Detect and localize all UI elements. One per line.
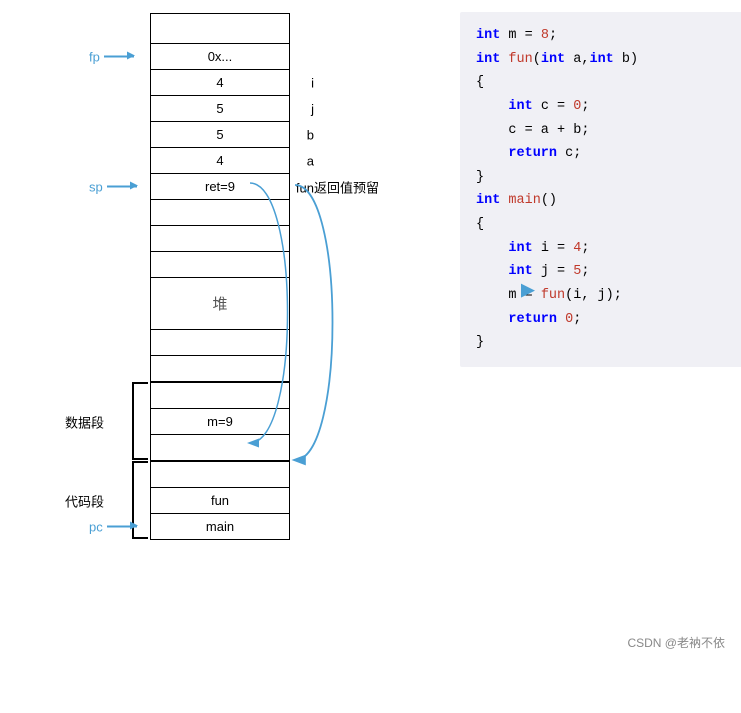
blue-arrow-icon	[521, 284, 535, 298]
code-text-1: m =	[500, 24, 541, 48]
code-line-1: int m = 8;	[476, 24, 741, 48]
table-row-ret: ret=9 fun返回值预留 sp	[151, 174, 290, 200]
ret-label: fun返回值预留	[296, 177, 379, 196]
memory-diagram: 0x... fp 4 i	[20, 8, 360, 535]
code-line-7: }	[476, 166, 741, 190]
code-line-14: }	[476, 331, 741, 355]
data-segment: 数据段 m=9	[150, 382, 430, 461]
code-table: fun main pc	[150, 461, 290, 540]
code-line-9: {	[476, 213, 741, 237]
b-label: b	[307, 127, 314, 142]
num-8: 8	[541, 24, 549, 48]
code-line-13: return 0;	[476, 308, 741, 332]
fp-pointer: fp	[89, 49, 134, 64]
table-row-heap: 堆	[151, 278, 290, 330]
table-row-empty2	[151, 226, 290, 252]
code-line-12: m = fun(i, j);	[476, 284, 741, 308]
table-row	[151, 14, 290, 44]
code-line-5: c = a + b;	[476, 119, 741, 143]
table-row-empty1	[151, 200, 290, 226]
table-row-i: 4 i	[151, 70, 290, 96]
data-table: m=9	[150, 382, 290, 461]
table-row-fp: 0x... fp	[151, 44, 290, 70]
table-row-empty4	[151, 330, 290, 356]
watermark: CSDN @老衲不依	[627, 634, 725, 651]
data-segment-brace	[132, 382, 148, 460]
code-line-6: return c;	[476, 142, 741, 166]
table-row-main: main pc	[151, 514, 290, 540]
code-line-2: int fun(int a,int b)	[476, 48, 741, 72]
fun-value: fun	[211, 493, 229, 508]
code-line-4: int c = 0;	[476, 95, 741, 119]
table-row-j: 5 j	[151, 96, 290, 122]
sp-pointer: sp	[89, 179, 137, 194]
table-row-fun: fun	[151, 488, 290, 514]
fp-value: 0x...	[208, 49, 233, 64]
fp-arrow	[104, 56, 134, 58]
code-line-8: int main()	[476, 189, 741, 213]
code-segment-label: 代码段	[65, 491, 104, 510]
pc-arrow	[107, 526, 137, 528]
ret-value: ret=9	[205, 179, 235, 194]
table-row-code-empty	[151, 462, 290, 488]
table-row-m: m=9	[151, 409, 290, 435]
table-row-b: 5 b	[151, 122, 290, 148]
a-label: a	[307, 153, 314, 168]
sp-arrow	[107, 186, 137, 188]
fn-fun: fun	[508, 48, 532, 72]
pc-pointer: pc	[89, 519, 137, 534]
b-value: 5	[216, 127, 223, 142]
table-row-data-empty2	[151, 435, 290, 461]
table-row-a: 4 a	[151, 148, 290, 174]
m-value: m=9	[207, 414, 233, 429]
j-label: j	[311, 101, 314, 116]
kw-int-2: int	[476, 48, 500, 72]
i-value: 4	[216, 75, 223, 90]
main-value: main	[206, 519, 234, 534]
table-row-empty5	[151, 356, 290, 382]
memory-table: 0x... fp 4 i	[150, 13, 290, 382]
code-line-3: {	[476, 71, 741, 95]
code-segment: 代码段 fun main pc	[150, 461, 430, 540]
i-label: i	[311, 75, 314, 90]
kw-int-1: int	[476, 24, 500, 48]
a-value: 4	[216, 153, 223, 168]
heap-label: 堆	[212, 296, 227, 313]
code-display: int m = 8; int fun(int a,int b) { int c …	[460, 12, 741, 367]
table-row-data-empty1	[151, 383, 290, 409]
table-row-empty3	[151, 252, 290, 278]
code-line-10: int i = 4;	[476, 237, 741, 261]
j-value: 5	[216, 101, 223, 116]
data-segment-label: 数据段	[65, 412, 104, 431]
